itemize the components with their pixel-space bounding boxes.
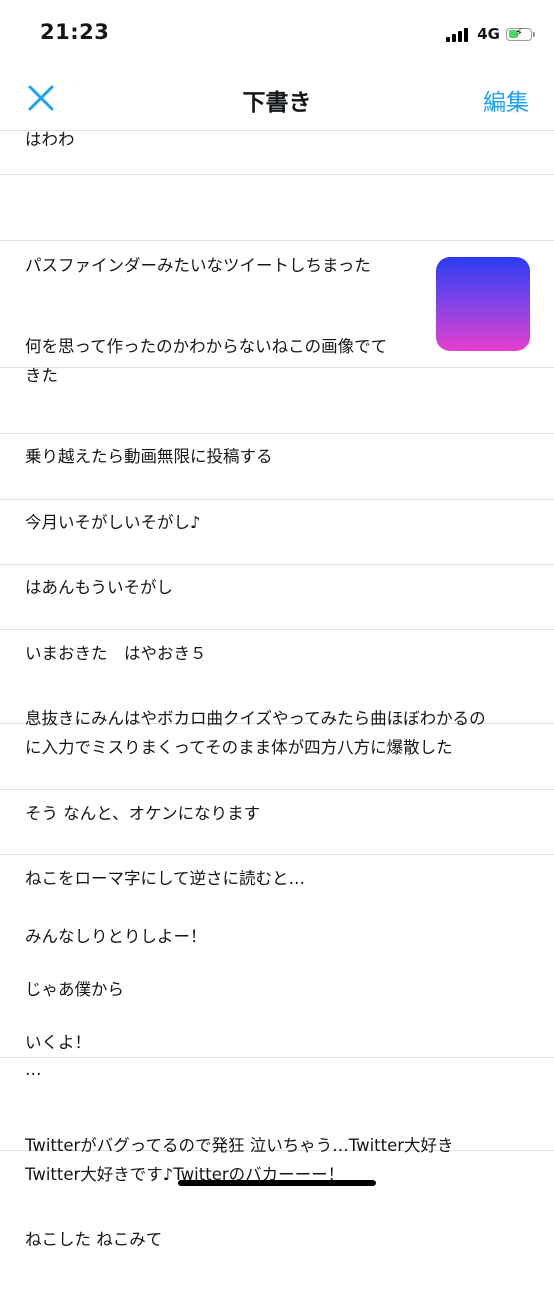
draft-text: はわわ — [25, 130, 75, 149]
draft-item[interactable]: はあんもういそがし — [0, 500, 554, 597]
draft-text: ねこした ねこみて — [25, 1230, 163, 1249]
draft-item[interactable]: はわわ — [0, 130, 554, 175]
status-bar: 21:23 4G ⚡ — [0, 0, 554, 68]
draft-item[interactable]: パスファインダーみたいなツイートしちまった — [0, 175, 554, 275]
draft-item[interactable]: 今月いそがしいそがし♪ — [0, 434, 554, 532]
draft-item[interactable]: いまおきた はやおき５ — [0, 565, 554, 663]
draft-item[interactable]: 息抜きにみんはやボカロ曲クイズやってみたら曲ほぼわかるの に入力でミスりまくって… — [0, 630, 554, 757]
network-type: 4G — [477, 25, 500, 43]
page-title: 下書き — [242, 90, 312, 116]
battery-icon: ⚡ — [506, 26, 535, 41]
draft-item[interactable]: 何を思って作ったのかわからないねこの画像でて きた — [0, 241, 554, 385]
drafts-list: はわわ パスファインダーみたいなツイートしちまった 何を思って作ったのかわからな… — [0, 130, 554, 1249]
draft-item[interactable]: ねこをローマ字にして逆さに読むと… — [0, 790, 554, 888]
signal-icon — [446, 26, 470, 42]
draft-item[interactable]: 乗り越えたら動画無限に投稿する — [0, 368, 554, 466]
cat-icon — [469, 350, 477, 351]
status-time: 21:23 — [40, 20, 110, 44]
draft-item[interactable]: そう なんと、オケンになります — [0, 724, 554, 823]
draft-item[interactable]: Twitterがバグってるので発狂 泣いちゃう…Twitter大好き Twitt… — [0, 1058, 554, 1184]
nav-bar: 下書き 編集 — [0, 68, 554, 131]
edit-button[interactable]: 編集 — [483, 83, 529, 117]
status-indicators: 4G ⚡ — [446, 24, 535, 44]
home-indicator[interactable] — [178, 1180, 376, 1186]
draft-item[interactable]: みんなしりとりしよー！ じゃあ僕から いくよ！ … — [0, 855, 554, 1079]
cat-image-thumbnail[interactable] — [436, 257, 530, 351]
